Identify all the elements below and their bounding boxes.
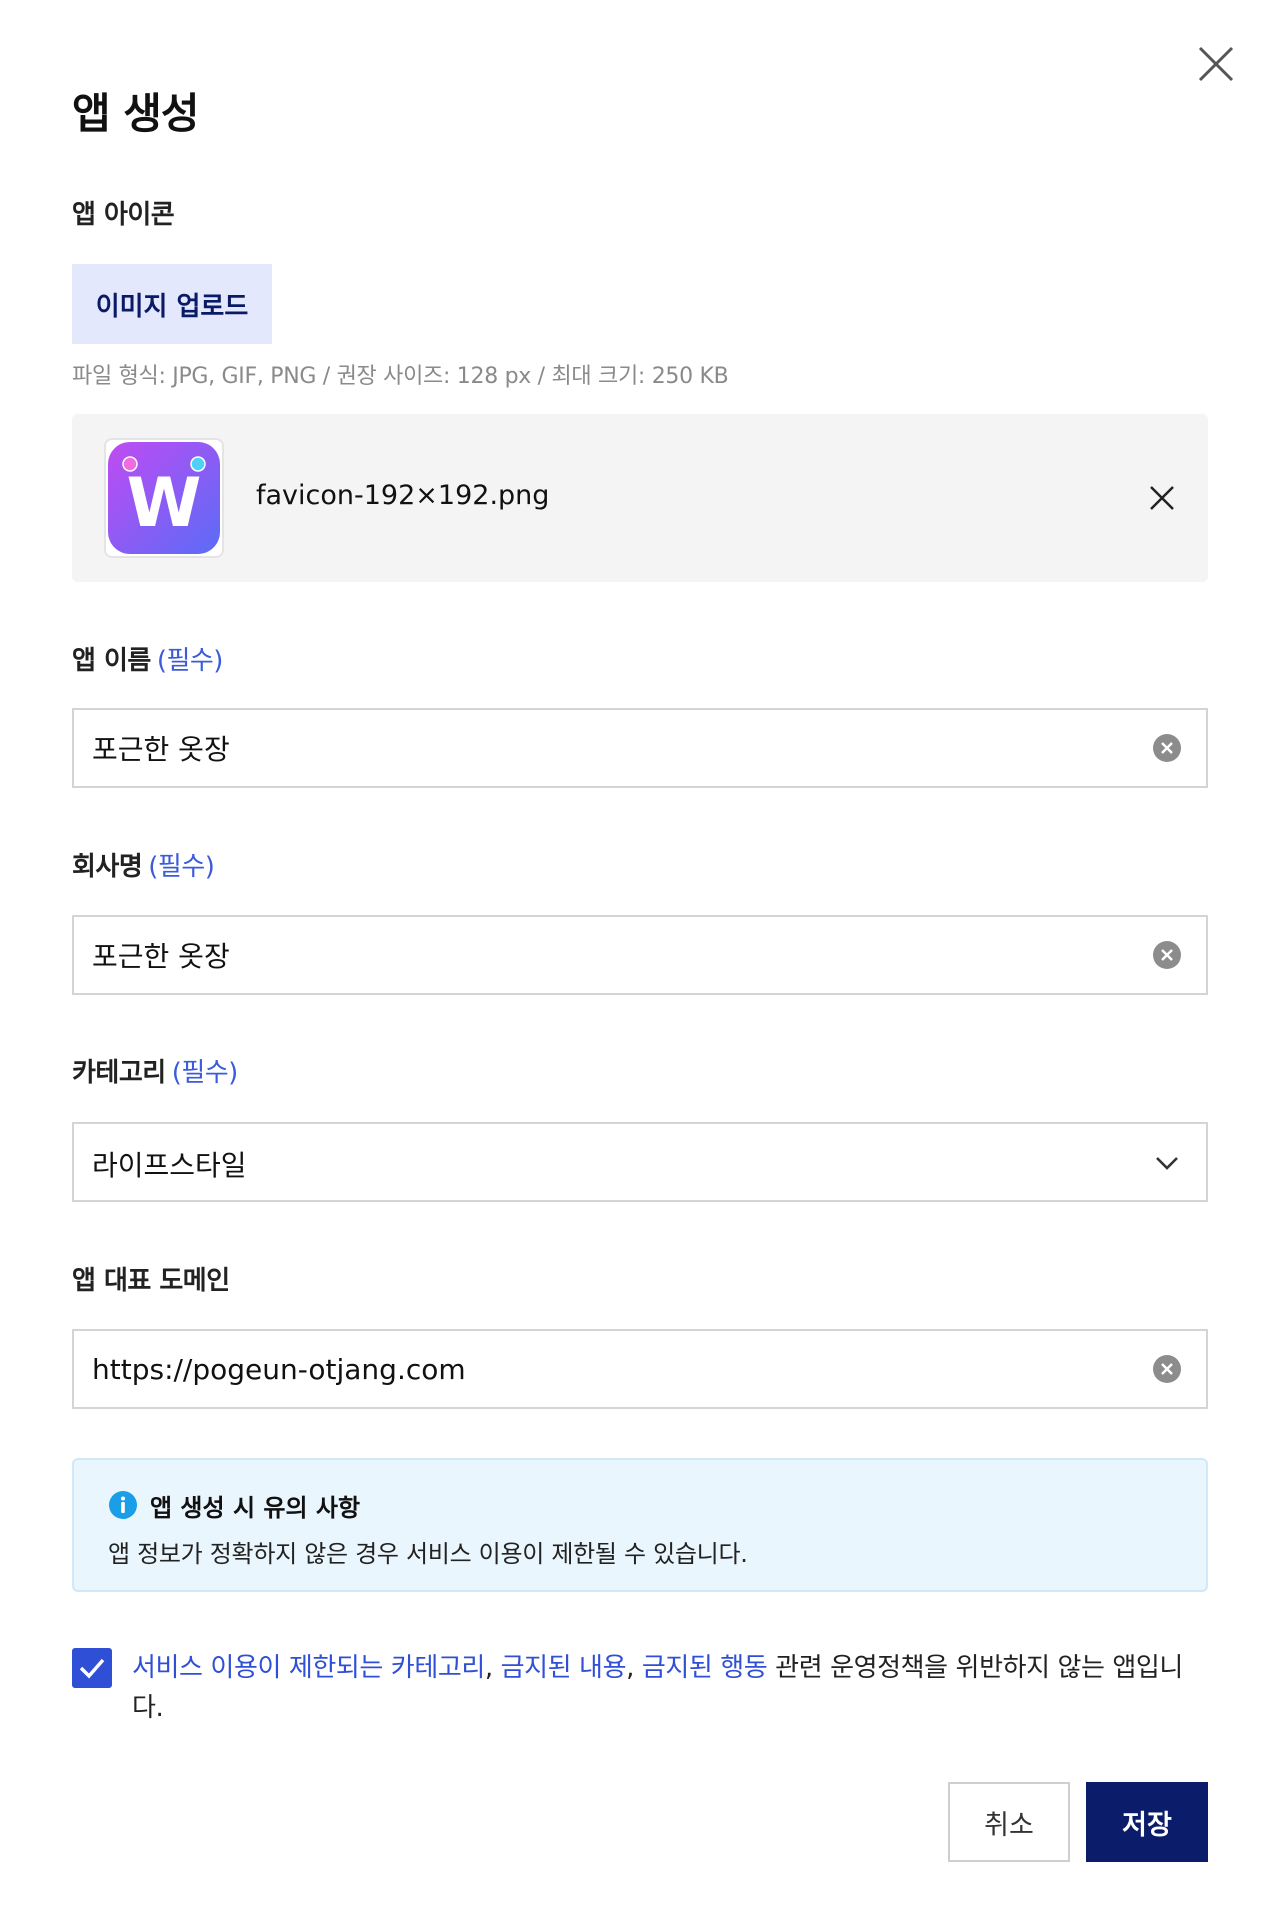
app-icon-thumbnail: W — [104, 438, 224, 558]
close-icon — [1150, 486, 1174, 510]
restricted-category-link[interactable]: 서비스 이용이 제한되는 카테고리 — [132, 1653, 485, 1683]
category-selected-value: 라이프스타일 — [92, 1149, 247, 1182]
agreement-checkbox[interactable] — [72, 1648, 112, 1688]
required-marker: (필수) — [156, 646, 224, 676]
file-name: favicon-192×192.png — [256, 480, 550, 511]
notice-body: 앱 정보가 정확하지 않은 경우 서비스 이용이 제한될 수 있습니다. — [108, 1540, 748, 1568]
image-upload-button[interactable]: 이미지 업로드 — [72, 264, 272, 344]
prohibited-content-link[interactable]: 금지된 내용 — [501, 1653, 627, 1683]
create-app-dialog: 앱 생성 앱 아이콘 이미지 업로드 파일 형식: JPG, GIF, PNG … — [0, 0, 1278, 1916]
domain-field — [72, 1329, 1208, 1409]
notice-title: 앱 생성 시 유의 사항 — [150, 1494, 361, 1522]
agreement-text: 서비스 이용이 제한되는 카테고리, 금지된 내용, 금지된 행동 관련 운영정… — [132, 1653, 1183, 1723]
clear-input-icon[interactable] — [1152, 733, 1182, 763]
save-button[interactable]: 저장 — [1086, 1782, 1208, 1862]
chevron-down-icon — [1156, 1157, 1178, 1170]
required-marker: (필수) — [171, 1058, 239, 1088]
close-dialog-button[interactable] — [1196, 44, 1236, 84]
domain-input[interactable] — [92, 1331, 1092, 1407]
domain-label: 앱 대표 도메인 — [72, 1266, 230, 1296]
app-name-label: 앱 이름 (필수) — [72, 646, 224, 676]
app-icon-label: 앱 아이콘 — [72, 200, 175, 230]
close-icon — [1198, 46, 1234, 82]
remove-file-button[interactable] — [1148, 484, 1176, 512]
uploaded-file-card: W favicon-192×192.png — [72, 414, 1208, 582]
notice-box: 앱 생성 시 유의 사항 앱 정보가 정확하지 않은 경우 서비스 이용이 제한… — [72, 1458, 1208, 1592]
prohibited-behavior-link[interactable]: 금지된 행동 — [642, 1653, 768, 1683]
checkmark-icon — [79, 1658, 105, 1679]
company-label: 회사명 (필수) — [72, 852, 215, 882]
category-label: 카테고리 (필수) — [72, 1058, 239, 1088]
dialog-title: 앱 생성 — [72, 89, 200, 138]
category-select[interactable]: 라이프스타일 — [72, 1122, 1208, 1202]
cancel-button[interactable]: 취소 — [948, 1782, 1070, 1862]
company-input[interactable] — [92, 917, 1092, 993]
app-name-input[interactable] — [92, 710, 1092, 786]
svg-text:W: W — [126, 464, 201, 543]
upload-hint: 파일 형식: JPG, GIF, PNG / 권장 사이즈: 128 px / … — [72, 364, 729, 389]
clear-input-icon[interactable] — [1152, 1354, 1182, 1384]
info-icon — [109, 1491, 137, 1519]
clear-input-icon[interactable] — [1152, 940, 1182, 970]
app-name-field — [72, 708, 1208, 788]
company-field — [72, 915, 1208, 995]
required-marker: (필수) — [148, 852, 215, 882]
